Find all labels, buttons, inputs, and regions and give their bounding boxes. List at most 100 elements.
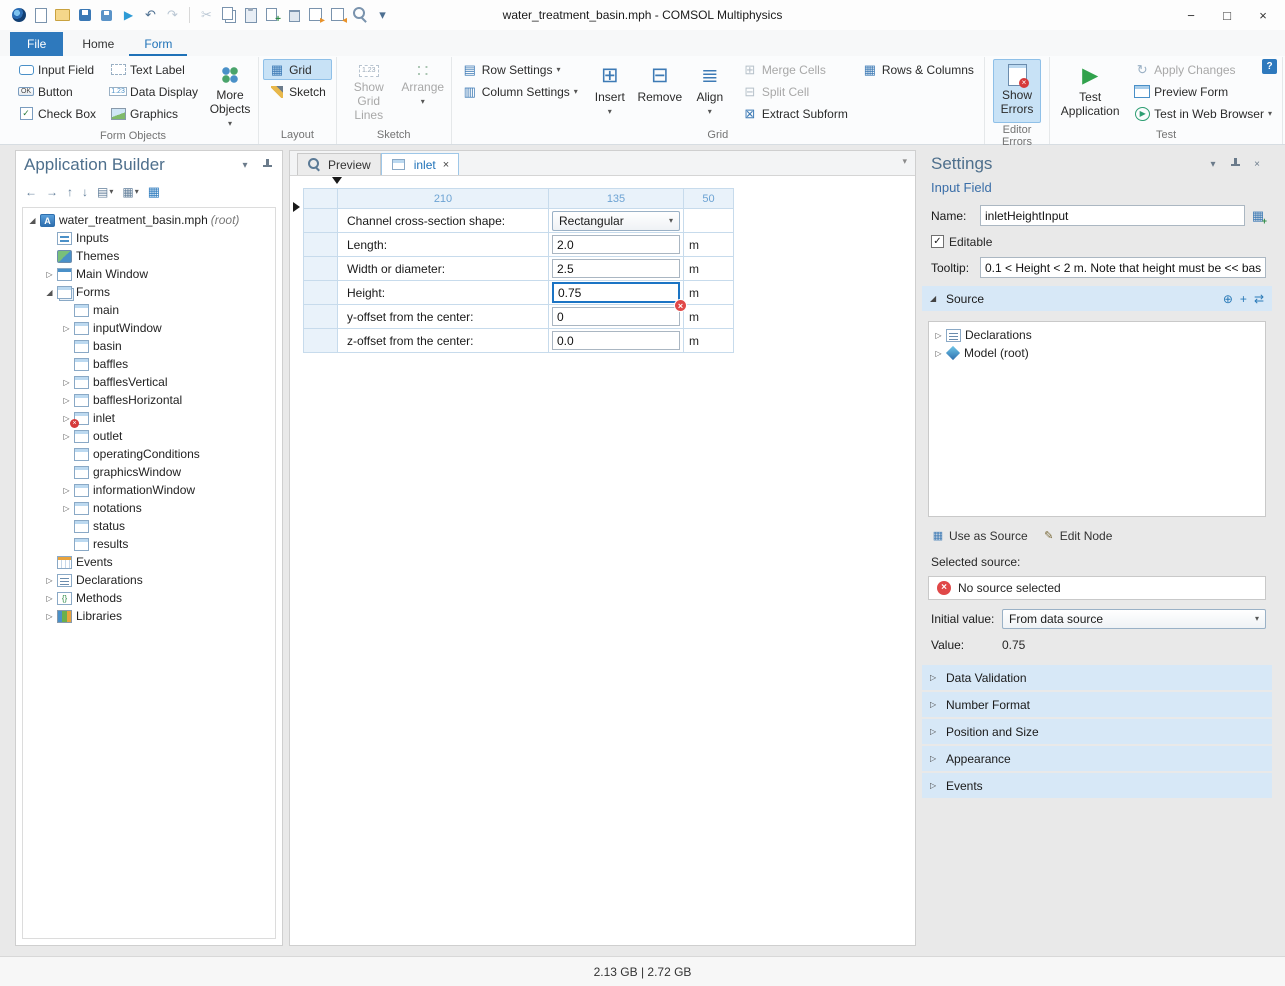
tree-item-informationWindow[interactable]: ▷informationWindow <box>23 481 275 499</box>
tree-item-Methods[interactable]: ▷Methods <box>23 589 275 607</box>
undo-icon[interactable]: ↶ <box>142 7 159 24</box>
preview-form-button[interactable]: Preview Form <box>1128 81 1278 102</box>
row-settings-button[interactable]: ▤Row Settings▾ <box>456 59 584 80</box>
grid-dropdown[interactable]: Rectangular▾ <box>552 211 680 231</box>
section-appearance[interactable]: ▷Appearance <box>922 746 1272 771</box>
expand-arrow[interactable]: ▷ <box>932 331 945 340</box>
grid-unit-cell[interactable]: m <box>684 281 734 305</box>
section-number-format[interactable]: ▷Number Format <box>922 692 1272 717</box>
save-icon[interactable] <box>76 7 93 24</box>
add-source-for-all-icon[interactable]: ⊕ <box>1223 292 1233 306</box>
pin-icon[interactable] <box>1228 157 1242 171</box>
grid-column-header[interactable]: 135 <box>549 189 684 209</box>
split-cell-button[interactable]: ⊟Split Cell <box>736 81 854 102</box>
expand-arrow[interactable]: ◢ <box>43 288 56 297</box>
text-label-button[interactable]: Text Label <box>104 59 204 80</box>
show-grid-lines-button[interactable]: Show Grid Lines <box>341 59 397 123</box>
grid-input[interactable] <box>552 307 680 326</box>
close-icon[interactable]: × <box>1250 157 1264 171</box>
expand-arrow[interactable]: ◢ <box>26 216 39 225</box>
tab-file[interactable]: File <box>10 32 63 56</box>
expand-arrow[interactable]: ▷ <box>60 396 73 405</box>
duplicate-icon[interactable] <box>264 7 281 24</box>
tree-item-notations[interactable]: ▷notations <box>23 499 275 517</box>
tree-item-Main-Window[interactable]: ▷Main Window <box>23 265 275 283</box>
forward-icon[interactable]: → <box>46 185 58 199</box>
tree-item-Model-root-[interactable]: ▷Model (root) <box>929 344 1265 362</box>
tree-item-inlet[interactable]: ▷×inlet <box>23 409 275 427</box>
move-up-icon[interactable]: ↑ <box>67 185 73 199</box>
grid-row-handle[interactable] <box>304 209 338 233</box>
tree-item-inputWindow[interactable]: ▷inputWindow <box>23 319 275 337</box>
extract-subform-button[interactable]: ⊠Extract Subform <box>736 103 854 124</box>
paste-icon[interactable] <box>242 7 259 24</box>
expand-arrow[interactable]: ▷ <box>60 378 73 387</box>
redo-icon[interactable]: ↷ <box>164 7 181 24</box>
grid-input[interactable] <box>552 331 680 350</box>
grid-value-cell[interactable]: × <box>549 281 684 305</box>
grid-label-cell[interactable]: y-offset from the center: <box>338 305 549 329</box>
insert-button[interactable]: ⊞ Insert ▾ <box>586 59 634 123</box>
close-tab-icon[interactable]: × <box>443 159 449 171</box>
initial-value-dropdown[interactable]: From data source▾ <box>1002 609 1266 629</box>
expand-arrow[interactable]: ▷ <box>60 432 73 441</box>
grid-row-handle[interactable] <box>304 257 338 281</box>
grid-value-cell[interactable]: Rectangular▾ <box>549 209 684 233</box>
grid-value-cell[interactable] <box>549 233 684 257</box>
tree-item-operatingConditions[interactable]: operatingConditions <box>23 445 275 463</box>
grid-unit-cell[interactable]: m <box>684 305 734 329</box>
add-source-icon[interactable]: + <box>1240 292 1247 306</box>
expand-arrow[interactable]: ◢ <box>930 294 939 303</box>
sketch-mode-button[interactable]: Sketch <box>263 81 332 102</box>
input-field-button[interactable]: Input Field <box>12 59 102 80</box>
show-errors-button[interactable]: Show Errors <box>993 59 1041 123</box>
rows-columns-button[interactable]: ▦Rows & Columns <box>856 59 980 80</box>
grid-input[interactable] <box>552 259 680 278</box>
maximize-button[interactable]: □ <box>1209 1 1245 29</box>
tree-item-Themes[interactable]: Themes <box>23 247 275 265</box>
tab-form[interactable]: Form <box>129 32 187 56</box>
move-down-icon[interactable]: ↓ <box>82 185 88 199</box>
grid-row-handle[interactable] <box>304 281 338 305</box>
grid-unit-cell[interactable]: m <box>684 257 734 281</box>
graphics-button[interactable]: Graphics <box>104 103 204 124</box>
export-icon[interactable] <box>330 7 347 24</box>
tree-item-Libraries[interactable]: ▷Libraries <box>23 607 275 625</box>
grid-column-header[interactable]: 210 <box>338 189 549 209</box>
new-file-icon[interactable] <box>32 7 49 24</box>
run-icon[interactable]: ▶ <box>120 7 137 24</box>
tree-item-baffles[interactable]: baffles <box>23 355 275 373</box>
view-menu-icon[interactable]: ▤▾ <box>97 185 113 199</box>
data-display-button[interactable]: Data Display <box>104 81 204 102</box>
cut-icon[interactable]: ✂ <box>198 7 215 24</box>
tree-item-Declarations[interactable]: ▷Declarations <box>23 571 275 589</box>
more-objects-button[interactable]: More Objects ▾ <box>206 59 254 129</box>
back-icon[interactable]: ← <box>25 185 37 199</box>
preview-icon[interactable] <box>352 7 369 24</box>
section-data-validation[interactable]: ▷Data Validation <box>922 665 1272 690</box>
chevron-down-icon[interactable]: ▾ <box>1206 157 1220 171</box>
tooltip-input[interactable] <box>980 257 1266 278</box>
open-file-icon[interactable] <box>54 7 71 24</box>
check-box-button[interactable]: Check Box <box>12 103 102 124</box>
toolbar-overflow-icon[interactable]: ▾ <box>374 7 391 24</box>
grid-unit-cell[interactable]: m <box>684 233 734 257</box>
tree-item-graphicsWindow[interactable]: graphicsWindow <box>23 463 275 481</box>
arrange-button[interactable]: Arrange ▾ <box>399 59 447 123</box>
chevron-down-icon[interactable]: ▾ <box>238 158 252 172</box>
tab-preview[interactable]: Preview <box>297 153 381 175</box>
copy-icon[interactable] <box>220 7 237 24</box>
grid-unit-cell[interactable] <box>684 209 734 233</box>
section-position-and-size[interactable]: ▷Position and Size <box>922 719 1272 744</box>
tree-item-Declarations[interactable]: ▷Declarations <box>929 326 1265 344</box>
expand-arrow[interactable]: ▷ <box>43 576 56 585</box>
grid-value-cell[interactable] <box>549 257 684 281</box>
tree-item-water_treatment_basin.mph[interactable]: ◢water_treatment_basin.mph (root) <box>23 211 275 229</box>
grid-label-cell[interactable]: z-offset from the center: <box>338 329 549 353</box>
comsol-logo[interactable] <box>10 7 27 24</box>
expand-arrow[interactable]: ▷ <box>43 612 56 621</box>
tree-item-outlet[interactable]: ▷outlet <box>23 427 275 445</box>
collapse-menu-icon[interactable]: ▦▾ <box>122 185 138 199</box>
editable-checkbox[interactable]: ✓ <box>931 235 944 248</box>
save-as-icon[interactable] <box>98 7 115 24</box>
